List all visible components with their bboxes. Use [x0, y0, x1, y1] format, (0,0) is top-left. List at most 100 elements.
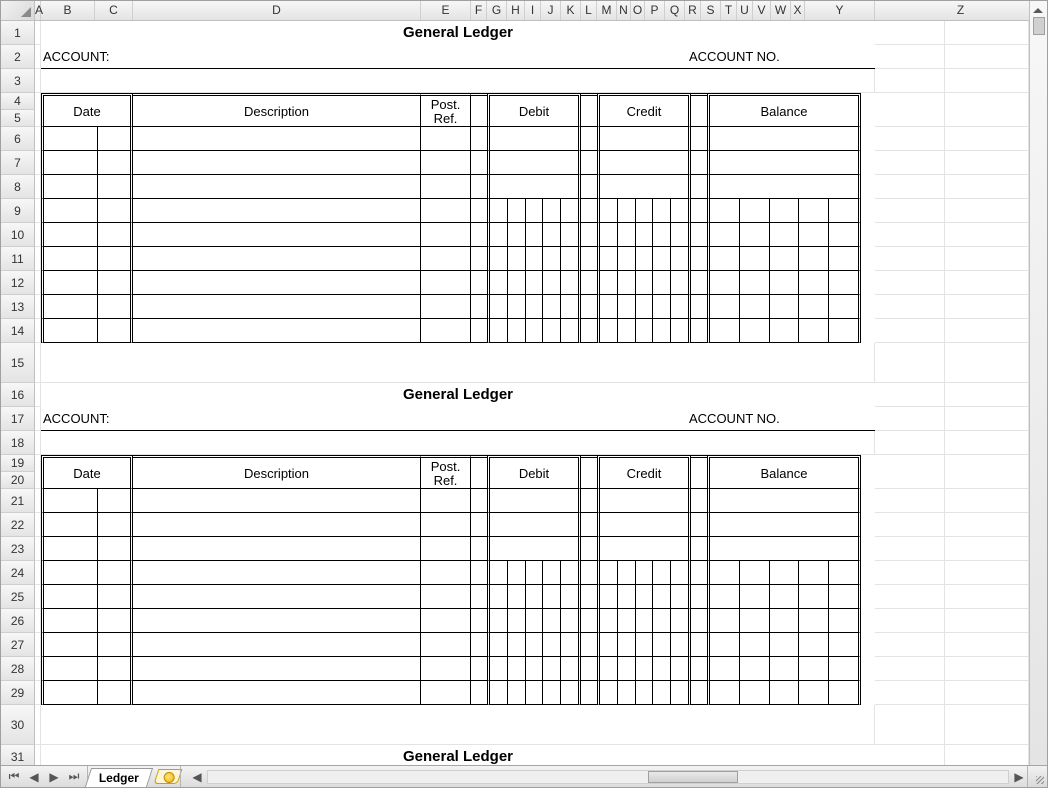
cell-balance[interactable]: [707, 633, 861, 657]
cell-description[interactable]: [133, 561, 421, 585]
cell-post-ref[interactable]: [421, 175, 471, 199]
cell-date[interactable]: [41, 657, 133, 681]
cell-post-ref[interactable]: [421, 537, 471, 561]
cell-debit[interactable]: [487, 585, 581, 609]
cell-description[interactable]: [133, 127, 421, 151]
cell-credit[interactable]: [597, 295, 691, 319]
cell-balance[interactable]: [707, 127, 861, 151]
cell-debit[interactable]: [487, 537, 581, 561]
row-header-27[interactable]: 27: [1, 633, 35, 657]
cell-post-ref[interactable]: [421, 199, 471, 223]
vertical-scrollbar[interactable]: [1029, 1, 1047, 765]
col-header-T[interactable]: T: [721, 1, 737, 20]
cell-post-ref[interactable]: [421, 681, 471, 705]
cell-balance[interactable]: [707, 151, 861, 175]
cell-date[interactable]: [41, 151, 133, 175]
row-header-17[interactable]: 17: [1, 407, 35, 431]
cell-date[interactable]: [41, 537, 133, 561]
row-header-30[interactable]: 30: [1, 705, 35, 745]
cell-debit[interactable]: [487, 271, 581, 295]
cell-date[interactable]: [41, 489, 133, 513]
cell-date[interactable]: [41, 585, 133, 609]
cell-description[interactable]: [133, 489, 421, 513]
cell-debit[interactable]: [487, 633, 581, 657]
row-header-1[interactable]: 1: [1, 21, 35, 45]
cell-debit[interactable]: [487, 513, 581, 537]
cell-description[interactable]: [133, 175, 421, 199]
cell-balance[interactable]: [707, 295, 861, 319]
row-header-29[interactable]: 29: [1, 681, 35, 705]
cell-balance[interactable]: [707, 319, 861, 343]
row-header-24[interactable]: 24: [1, 561, 35, 585]
row-header-15[interactable]: 15: [1, 343, 35, 383]
cell-description[interactable]: [133, 199, 421, 223]
nav-next-icon[interactable]: ▶: [47, 770, 61, 784]
cell-post-ref[interactable]: [421, 489, 471, 513]
cell-balance[interactable]: [707, 513, 861, 537]
col-header-L[interactable]: L: [581, 1, 597, 20]
resize-grip-icon[interactable]: [1027, 766, 1047, 787]
cell-date[interactable]: [41, 295, 133, 319]
cell-post-ref[interactable]: [421, 609, 471, 633]
cell-debit[interactable]: [487, 175, 581, 199]
row-header-25[interactable]: 25: [1, 585, 35, 609]
cell-debit[interactable]: [487, 319, 581, 343]
cell-description[interactable]: [133, 319, 421, 343]
col-header-X[interactable]: X: [791, 1, 805, 20]
cell-date[interactable]: [41, 319, 133, 343]
cell-description[interactable]: [133, 657, 421, 681]
cell-post-ref[interactable]: [421, 223, 471, 247]
col-header-Y[interactable]: Y: [805, 1, 875, 20]
cell-balance[interactable]: [707, 609, 861, 633]
cell-balance[interactable]: [707, 175, 861, 199]
cell-post-ref[interactable]: [421, 319, 471, 343]
row-header-11[interactable]: 11: [1, 247, 35, 271]
col-header-V[interactable]: V: [753, 1, 771, 20]
row-header-19[interactable]: 19: [1, 455, 35, 472]
cell-debit[interactable]: [487, 609, 581, 633]
cell-debit[interactable]: [487, 561, 581, 585]
col-header-Z[interactable]: Z: [875, 1, 1047, 20]
cell-date[interactable]: [41, 223, 133, 247]
cell-date[interactable]: [41, 513, 133, 537]
cell-credit[interactable]: [597, 247, 691, 271]
col-header-K[interactable]: K: [561, 1, 581, 20]
account-no-value[interactable]: [797, 45, 875, 69]
cell-date[interactable]: [41, 609, 133, 633]
row-header-20[interactable]: 20: [1, 472, 35, 489]
col-header-Q[interactable]: Q: [665, 1, 685, 20]
cell-credit[interactable]: [597, 223, 691, 247]
row-header-9[interactable]: 9: [1, 199, 35, 223]
col-header-U[interactable]: U: [737, 1, 753, 20]
cell-debit[interactable]: [487, 199, 581, 223]
col-header-S[interactable]: S: [701, 1, 721, 20]
cell-description[interactable]: [133, 295, 421, 319]
cell-credit[interactable]: [597, 319, 691, 343]
cell-credit[interactable]: [597, 271, 691, 295]
cell-balance[interactable]: [707, 537, 861, 561]
row-header-14[interactable]: 14: [1, 319, 35, 343]
cell-credit[interactable]: [597, 175, 691, 199]
col-header-J[interactable]: J: [541, 1, 561, 20]
cell-description[interactable]: [133, 513, 421, 537]
cell-description[interactable]: [133, 585, 421, 609]
cell-post-ref[interactable]: [421, 127, 471, 151]
cell-balance[interactable]: [707, 561, 861, 585]
cell-debit[interactable]: [487, 295, 581, 319]
cell-credit[interactable]: [597, 657, 691, 681]
cell-description[interactable]: [133, 151, 421, 175]
row-header-22[interactable]: 22: [1, 513, 35, 537]
cell-description[interactable]: [133, 223, 421, 247]
cell-credit[interactable]: [597, 561, 691, 585]
cell-balance[interactable]: [707, 223, 861, 247]
account-value[interactable]: [133, 45, 687, 69]
row-header-8[interactable]: 8: [1, 175, 35, 199]
cell-debit[interactable]: [487, 657, 581, 681]
cell-credit[interactable]: [597, 609, 691, 633]
col-header-E[interactable]: E: [421, 1, 471, 20]
col-header-G[interactable]: G: [487, 1, 507, 20]
cell-post-ref[interactable]: [421, 247, 471, 271]
cell-balance[interactable]: [707, 585, 861, 609]
cell-balance[interactable]: [707, 657, 861, 681]
col-header-O[interactable]: O: [631, 1, 645, 20]
